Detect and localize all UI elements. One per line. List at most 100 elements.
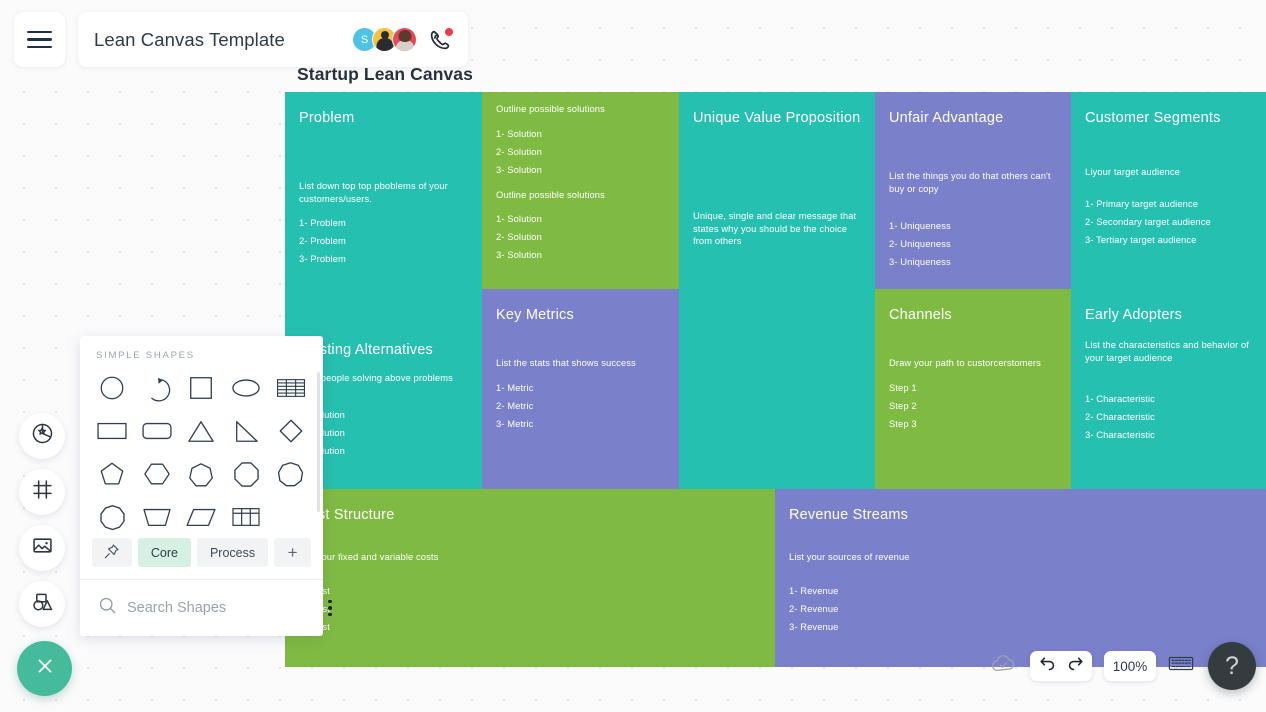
shape-arc[interactable] [135,368,180,408]
list-item: 1- Uniqueness [889,220,951,232]
close-icon [33,654,57,683]
hamburger-menu-button[interactable] [14,12,65,67]
shapes-library-button[interactable] [19,581,65,627]
shape-ellipse[interactable] [224,368,269,408]
shape-parallelogram[interactable] [179,497,224,537]
shape-hexagon[interactable] [135,454,180,494]
list-item: 2- Revenue [789,602,839,614]
list-item: 3- Solution [299,445,345,457]
shape-octagon[interactable] [224,454,269,494]
cell-heading: Customer Segments [1085,110,1221,126]
shape-diamond[interactable] [268,411,313,451]
shape-decagon[interactable] [90,497,135,537]
cell-heading: Outline possible solutions [496,103,605,114]
search-icon [98,596,117,620]
list-item: 1- Revenue [789,584,839,596]
image-button[interactable] [19,525,65,571]
list-item: 3- Solution [496,249,542,261]
list-item: 1- Solution [299,409,345,421]
cell-heading: Problem [299,110,355,126]
canvas-cell-channels[interactable]: Channels Draw your path to custorcerstom… [875,289,1071,489]
shapes-style-button[interactable] [19,413,65,459]
list-item: 1- Characteristic [1085,393,1155,405]
cell-items-secondary: 1- Solution 2- Solution 3- Solution [496,210,665,264]
list-item: 3- Revenue [789,620,839,632]
collaborator-avatars: S [352,27,417,52]
cell-heading: Unfair Advantage [889,110,1004,126]
list-item: 3- Metric [496,417,534,429]
cell-heading: Early Adopters [1085,307,1183,323]
shape-nonagon[interactable] [268,454,313,494]
image-icon [31,534,54,562]
list-item: 2- Secondary target audience [1085,215,1211,227]
cell-heading: Unique Value Proposition [693,110,861,126]
document-title[interactable]: Lean Canvas Template [94,29,352,51]
list-item: 2- Characteristic [1085,411,1155,423]
list-item: Step 1 [889,381,917,393]
list-item: 3- Problem [299,253,346,265]
shape-trapezoid[interactable] [135,497,180,537]
canvas-cell-cost-structure[interactable]: Cost Structure List your fixed and varia… [285,489,775,667]
cell-items: 1- Solution 2- Solution 3- Solution [299,406,468,460]
cloud-saved-button[interactable] [990,653,1018,680]
cloud-saved-icon [990,653,1018,680]
list-item: Step 2 [889,399,917,411]
keyboard-shortcuts-button[interactable] [1168,654,1194,678]
search-input[interactable] [127,600,314,616]
core-tab[interactable]: Core [137,538,191,567]
list-item: 1- Cost [299,582,761,600]
phone-icon[interactable] [428,27,453,52]
panel-scrollbar[interactable] [317,372,320,512]
redo-button[interactable] [1066,654,1085,678]
cell-heading: Channels [889,307,952,323]
list-item: 2- Solution [299,427,345,439]
pin-tab[interactable] [92,538,132,567]
process-tab[interactable]: Process [196,538,269,567]
cell-items: 1- Primary target audience 2- Secondary … [1085,195,1252,249]
canvas-cell-key-metrics[interactable]: Key Metrics List the stats that shows su… [482,289,679,489]
close-panel-button[interactable] [17,641,72,696]
canvas-cell-customer-segments[interactable]: Customer Segments Liyour target audience… [1071,92,1266,289]
call-badge [445,27,453,36]
list-item: 3- Tertiary target audience [1085,233,1197,245]
list-item: 3- Cost [299,618,761,636]
cell-heading: Revenue Streams [789,507,909,523]
shapes-panel: SIMPLE SHAPES Core Process + Search Shap… [80,336,332,636]
list-item: 1- Problem [299,217,346,229]
cell-items: 1- Cost 2- Cost 3- Cost [299,582,761,636]
frame-button[interactable] [19,469,65,515]
title-bar: Lean Canvas Template S [78,12,468,67]
shape-rounded-rectangle[interactable] [135,411,180,451]
shape-table-rows[interactable] [268,368,313,408]
shape-triangle[interactable] [179,411,224,451]
shape-square[interactable] [179,368,224,408]
cell-description: List the characteristics and behavior of… [1085,339,1249,363]
cell-description: List down top top pboblems of your custo… [299,180,448,204]
cell-heading: Key Metrics [496,307,574,323]
undo-button[interactable] [1038,654,1057,678]
cell-items: 1- Metric 2- Metric 3- Metric [496,379,665,433]
shape-rectangle[interactable] [90,411,135,451]
shape-circle[interactable] [90,368,135,408]
list-item: 2- Cost [299,600,761,618]
cell-description: List your sources of revenue [789,551,910,562]
cell-description: List the stats that shows success [496,357,636,368]
cell-heading-secondary: Outline possible solutions [496,188,605,200]
shape-empty-slot [268,497,313,537]
canvas-cell-unfair-advantage[interactable]: Unfair Advantage List the things you do … [875,92,1071,289]
panel-section-label: SIMPLE SHAPES [96,350,195,361]
canvas-cell-solution[interactable]: Outline possible solutions 1- Solution 2… [482,92,679,289]
canvas-cell-early-adopters[interactable]: Early Adopters List the characteristics … [1071,289,1266,489]
canvas-cell-unique-value-proposition[interactable]: Unique Value Proposition Unique, single … [679,92,875,489]
help-button[interactable]: ? [1208,642,1256,690]
add-tab-button[interactable]: + [274,538,311,567]
kebab-menu-icon[interactable] [324,596,336,621]
zoom-level[interactable]: 100% [1104,651,1156,681]
shape-right-triangle[interactable] [224,411,269,451]
avatar[interactable] [392,27,417,52]
shape-table-grid[interactable] [224,497,269,537]
shape-heptagon[interactable] [179,454,224,494]
canvas-cell-revenue-streams[interactable]: Revenue Streams List your sources of rev… [775,489,1266,667]
cell-description: List the things you do that others can't… [889,170,1051,194]
shape-pentagon[interactable] [90,454,135,494]
